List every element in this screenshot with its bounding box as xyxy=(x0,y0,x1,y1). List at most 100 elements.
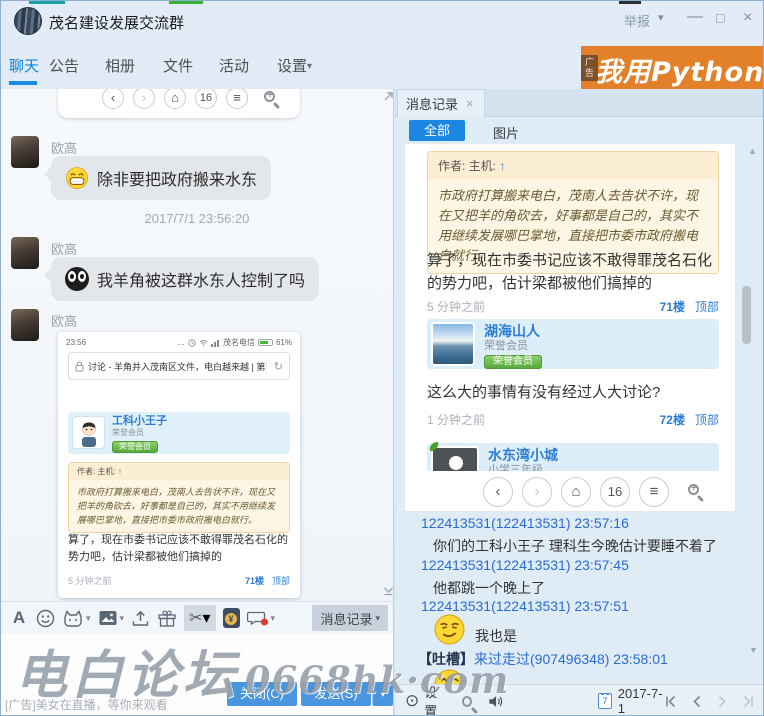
chat-bubble[interactable]: 我羊角被这群水东人控制了吗 xyxy=(51,257,319,301)
history-tab[interactable]: 消息记录 × xyxy=(397,89,485,117)
prev-page-icon[interactable] xyxy=(690,695,703,708)
group-tab-bar: 聊天 公告 相册 文件 活动 设置 ▾ 我用Python 广告 xyxy=(1,41,763,89)
search-icon[interactable] xyxy=(462,696,472,707)
chat-bubble-bell-icon xyxy=(247,609,269,628)
refresh-icon: ↻ xyxy=(266,360,283,373)
screenshot-button[interactable]: ✂ ▾ xyxy=(184,605,215,631)
minimize-button[interactable]: — xyxy=(687,8,703,26)
poster-username[interactable]: 水东湾小城 xyxy=(488,448,558,462)
message-history-button[interactable]: 消息记录 ▾ xyxy=(312,605,388,631)
zoom-icon xyxy=(688,484,699,495)
ad-banner[interactable]: 我用Python 广告 xyxy=(581,46,764,89)
maximize-button[interactable]: □ xyxy=(716,10,724,26)
tab-files[interactable]: 文件 xyxy=(163,55,193,76)
signal-icon xyxy=(211,339,220,347)
forward-icon: › xyxy=(133,89,155,109)
settings-caret-icon[interactable]: ▾ xyxy=(307,61,312,72)
next-page-icon[interactable] xyxy=(716,695,729,708)
last-page-icon[interactable] xyxy=(742,695,755,708)
calendar-icon[interactable]: 7 xyxy=(598,693,612,709)
tab-album[interactable]: 相册 xyxy=(105,55,135,76)
alarm-icon xyxy=(188,339,196,347)
chat-message-area[interactable]: ‹ › ⌂ 16 ≡ 欧高 xyxy=(1,89,393,601)
top-link[interactable]: 顶部 xyxy=(272,576,290,586)
gear-icon[interactable]: ⊙ xyxy=(405,691,419,711)
tab-settings[interactable]: 设置 xyxy=(277,55,307,76)
forum-poster-card: 湖海山人 荣誉会员 荣誉会员 xyxy=(427,319,719,369)
red-packet-button[interactable]: ¥ xyxy=(223,608,240,628)
scissors-icon: ✂ xyxy=(189,608,202,628)
send-button[interactable]: 发送(S) xyxy=(301,682,371,706)
forward-icon: › xyxy=(522,477,552,507)
wifi-icon xyxy=(199,339,208,346)
avatar[interactable] xyxy=(11,309,39,341)
upload-file-button[interactable] xyxy=(131,609,150,628)
sender-name[interactable]: 欧高 xyxy=(51,311,77,330)
tucao-prefix: 【吐槽】 xyxy=(418,651,474,667)
poster-username[interactable]: 湖海山人 xyxy=(484,324,542,338)
home-icon: ⌂ xyxy=(164,89,186,109)
post-time-ago: 1 分钟之前 xyxy=(427,413,485,427)
sender-name[interactable]: 欧高 xyxy=(51,138,77,157)
message-text: 我羊角被这群水东人控制了吗 xyxy=(97,267,305,291)
send-options-caret[interactable]: ▾ xyxy=(372,682,393,706)
quote-up-arrow-icon[interactable]: ↑ xyxy=(499,159,505,173)
tab-announcement[interactable]: 公告 xyxy=(49,55,79,76)
font-style-button[interactable]: A xyxy=(9,608,29,628)
poster-avatar-lake xyxy=(431,322,475,366)
message-input-area[interactable]: [广告]美女在直播，等你来观看 关闭(C) 发送(S) ▾ xyxy=(1,634,393,716)
smiley-icon xyxy=(36,609,55,628)
post-time-ago: 5 分钟之前 xyxy=(427,300,485,314)
collapse-panel-icon[interactable] xyxy=(382,584,393,597)
time-divider: 2017/7/1 23:56:20 xyxy=(1,211,393,226)
zoomed-image-card[interactable]: 作者: 主机: ↑ 市政府打算搬来电白，茂南人去告状不许，现在又把羊的角砍去，好… xyxy=(405,144,735,511)
emoji-button[interactable] xyxy=(36,609,55,628)
quoted-post: 作者: 主机: ↑ 市政府打算搬来电白，茂南人去告状不许，现在又把羊的角砍去，好… xyxy=(68,462,290,533)
message-alert-button[interactable]: ▾ xyxy=(247,609,276,628)
history-message-header: 122413531(122413531) 23:57:45 xyxy=(421,557,629,573)
scroll-down-icon[interactable]: ▼ xyxy=(749,645,758,655)
tab-count-badge: 16 xyxy=(600,477,630,507)
post-time-ago: 5 分钟之前 xyxy=(68,576,112,586)
filter-all-button[interactable]: 全部 xyxy=(409,120,465,141)
image-message-phone-screenshot[interactable]: 23:56 … 茂名电信 61% 讨论 - 羊角并入茂南区文件，电白越来越 | … xyxy=(58,332,300,598)
back-icon: ‹ xyxy=(483,477,513,507)
expand-panel-icon[interactable] xyxy=(382,90,393,103)
home-icon: ⌂ xyxy=(561,477,591,507)
yuan-icon: ¥ xyxy=(225,613,237,625)
report-button[interactable]: 举报 xyxy=(624,11,650,30)
history-tab-close-icon[interactable]: × xyxy=(466,96,474,111)
filter-image-button[interactable]: 图片 xyxy=(493,123,519,142)
sticker-button[interactable]: ▾ xyxy=(62,609,91,628)
avatar[interactable] xyxy=(11,136,39,168)
close-chat-button[interactable]: 关闭(C) xyxy=(227,682,297,706)
floor-link[interactable]: 71楼 xyxy=(245,576,264,586)
menu-icon: ≡ xyxy=(226,89,248,109)
image-button[interactable]: ▾ xyxy=(98,609,125,627)
sender-name[interactable]: 欧高 xyxy=(51,239,77,258)
tab-chat[interactable]: 聊天 xyxy=(9,55,39,76)
quote-up-arrow-icon[interactable]: ↑ xyxy=(118,467,122,476)
top-link[interactable]: 顶部 xyxy=(695,300,719,314)
partial-image-message[interactable]: ‹ › ⌂ 16 ≡ xyxy=(58,89,300,118)
gift-button[interactable] xyxy=(157,609,177,628)
top-link[interactable]: 顶部 xyxy=(695,413,719,427)
speaker-icon[interactable] xyxy=(488,694,504,709)
poster-username[interactable]: 工科小王子 xyxy=(112,416,167,427)
history-settings-label[interactable]: 设置 xyxy=(424,682,447,716)
ad-text-line[interactable]: [广告]美女在直播，等你来观看 xyxy=(5,696,168,713)
history-date[interactable]: 2017-7-1 xyxy=(618,686,664,716)
first-page-icon[interactable] xyxy=(664,695,677,708)
composer-toolbar: A ▾ ▾ ✂ ▾ ¥ xyxy=(1,601,393,634)
report-caret-icon[interactable]: ▾ xyxy=(658,11,664,24)
scroll-up-icon[interactable]: ▲ xyxy=(748,146,757,156)
floor-link[interactable]: 71楼 xyxy=(660,300,685,314)
floor-link[interactable]: 72楼 xyxy=(660,413,685,427)
close-button[interactable]: × xyxy=(743,9,752,27)
scrollbar-thumb[interactable] xyxy=(742,286,751,344)
honor-badge: 荣誉会员 xyxy=(484,355,542,369)
tab-activity[interactable]: 活动 xyxy=(219,55,249,76)
group-avatar[interactable] xyxy=(14,7,42,35)
avatar[interactable] xyxy=(11,237,39,269)
chat-bubble[interactable]: 除非要把政府搬来水东 xyxy=(51,156,271,200)
